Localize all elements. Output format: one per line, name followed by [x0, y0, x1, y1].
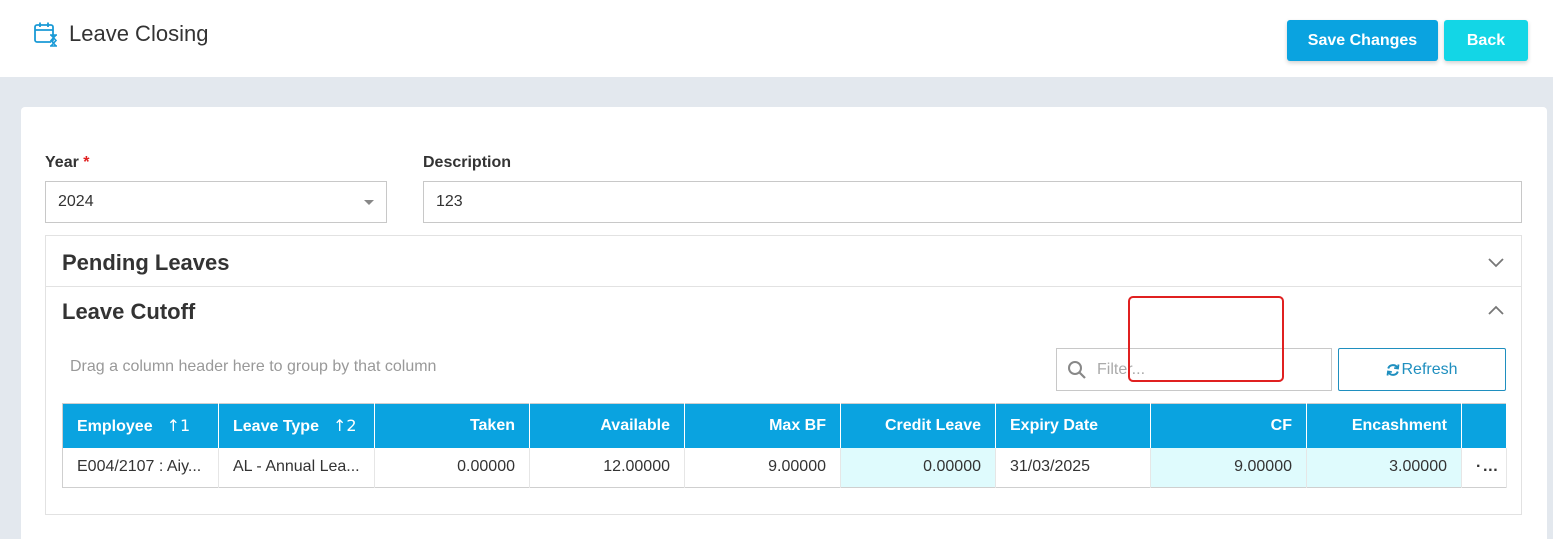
- cell-taken[interactable]: 0.00000: [374, 447, 530, 488]
- column-header-credit-leave[interactable]: Credit Leave: [840, 403, 996, 448]
- year-value: 2024: [58, 193, 94, 210]
- chevron-up-icon[interactable]: [1487, 302, 1505, 320]
- filter-input[interactable]: [1097, 360, 1317, 379]
- column-header-leave-type[interactable]: Leave Type ↑2: [218, 403, 375, 448]
- description-label: Description: [423, 154, 512, 171]
- column-header-employee[interactable]: Employee ↑1: [62, 403, 219, 448]
- chevron-down-icon[interactable]: [1487, 253, 1505, 271]
- cell-available[interactable]: 12.00000: [529, 447, 685, 488]
- group-by-hint: Drag a column header here to group by th…: [70, 358, 437, 375]
- description-input[interactable]: [423, 181, 1522, 223]
- cell-encashment[interactable]: 3.00000: [1306, 447, 1462, 488]
- column-header-taken[interactable]: Taken: [374, 403, 530, 448]
- page-title: Leave Closing: [69, 21, 209, 46]
- year-select[interactable]: 2024: [45, 181, 387, 223]
- sort-indicator-icon: ↑1: [166, 415, 191, 435]
- column-header-cf[interactable]: CF: [1150, 403, 1307, 448]
- column-header-expiry-date[interactable]: Expiry Date: [995, 403, 1151, 448]
- filter-box[interactable]: [1056, 348, 1332, 391]
- cell-employee[interactable]: E004/2107 : Aiy...: [62, 447, 219, 488]
- column-label: Employee: [77, 417, 153, 435]
- page-header: Leave Closing: [32, 20, 208, 48]
- year-label: Year *: [45, 154, 90, 172]
- column-header-actions: [1461, 403, 1507, 448]
- leave-cutoff-grid: Employee ↑1 Leave Type ↑2 Taken Available …: [62, 403, 1507, 488]
- year-label-text: Year: [45, 154, 79, 171]
- calendar-hourglass-icon: [34, 22, 58, 47]
- sort-indicator-icon: ↑2: [332, 415, 357, 435]
- required-mark: *: [83, 154, 90, 171]
- row-more-actions-button[interactable]: ···: [1461, 447, 1507, 488]
- leave-cutoff-title: Leave Cutoff: [62, 299, 196, 324]
- cell-max-bf[interactable]: 9.00000: [684, 447, 841, 488]
- column-header-available[interactable]: Available: [529, 403, 685, 448]
- leave-cutoff-panel: Leave Cutoff Drag a column header here t…: [45, 287, 1522, 515]
- back-button[interactable]: Back: [1444, 20, 1528, 61]
- search-icon: [1068, 360, 1086, 379]
- column-header-encashment[interactable]: Encashment: [1306, 403, 1462, 448]
- refresh-button[interactable]: Refresh: [1338, 348, 1506, 391]
- refresh-icon: [1387, 363, 1400, 376]
- top-bar: Leave Closing Save Changes Back: [0, 0, 1553, 77]
- cell-expiry-date[interactable]: 31/03/2025: [995, 447, 1151, 488]
- cell-leave-type[interactable]: AL - Annual Lea...: [218, 447, 375, 488]
- content-card: Year * 2024 Description Pending Leaves L…: [21, 107, 1547, 539]
- dropdown-caret-icon: [364, 199, 374, 205]
- refresh-label: Refresh: [1401, 360, 1458, 378]
- cell-credit-leave[interactable]: 0.00000: [840, 447, 996, 488]
- column-label: Leave Type: [233, 417, 319, 435]
- pending-leaves-title: Pending Leaves: [62, 250, 230, 275]
- cell-cf[interactable]: 9.00000: [1150, 447, 1307, 488]
- save-changes-button[interactable]: Save Changes: [1287, 20, 1438, 61]
- column-header-max-bf[interactable]: Max BF: [684, 403, 841, 448]
- pending-leaves-panel[interactable]: Pending Leaves: [45, 235, 1522, 287]
- grid-header-row: Employee ↑1 Leave Type ↑2 Taken Available …: [62, 403, 1507, 448]
- table-row[interactable]: E004/2107 : Aiy... AL - Annual Lea... 0.…: [62, 447, 1507, 488]
